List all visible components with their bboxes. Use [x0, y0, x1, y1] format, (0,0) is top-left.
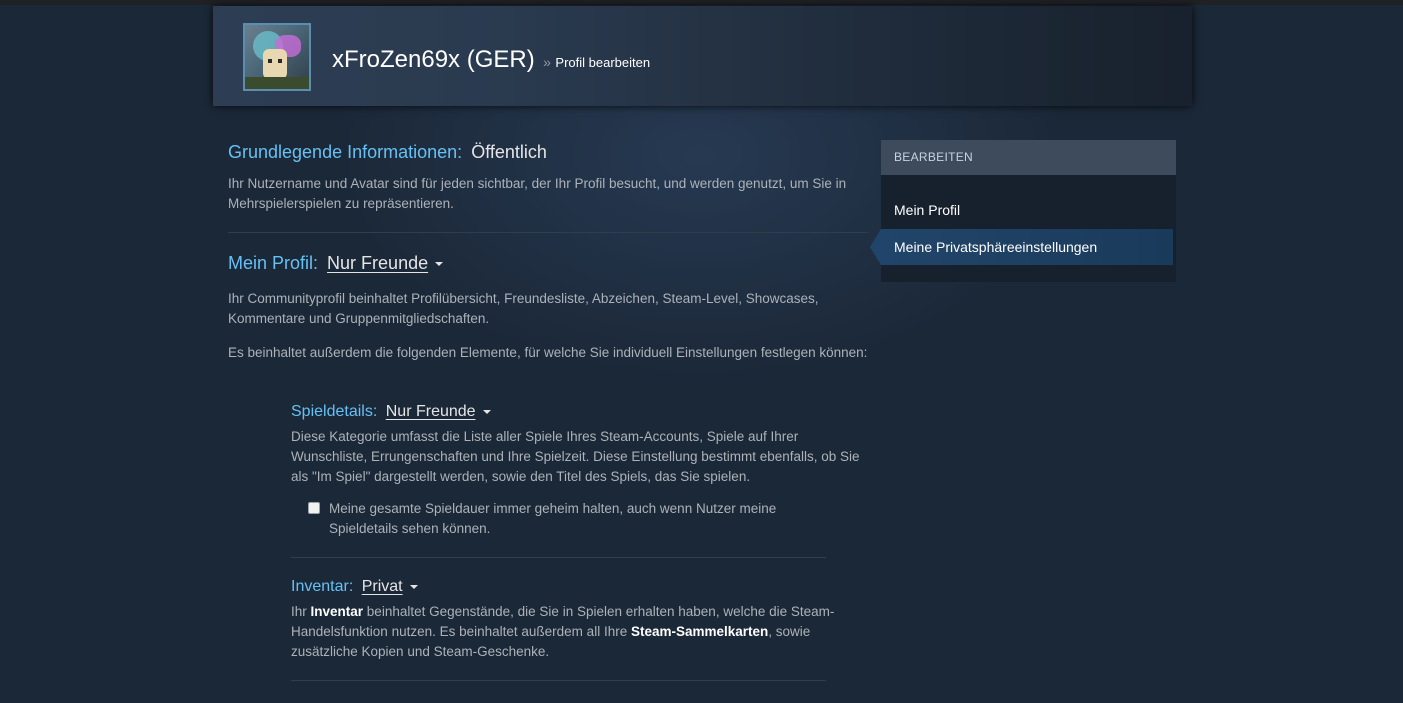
my-profile-heading: Mein Profil: Nur Freunde: [228, 253, 444, 274]
game-details-section: Spieldetails: Nur Freunde Diese Kategori…: [291, 403, 866, 484]
sidebar-item-my-profile[interactable]: Mein Profil: [881, 192, 1176, 228]
inventory-privacy-value[interactable]: Privat: [362, 578, 403, 595]
profile-header: xFroZen69x (GER) » Profil bearbeiten: [213, 6, 1192, 106]
breadcrumb-separator: »: [543, 54, 551, 70]
avatar-shape: [263, 49, 287, 79]
inventory-desc-bold: Steam-Sammelkarten: [630, 624, 769, 639]
playtime-private-option[interactable]: Meine gesamte Spieldauer immer geheim ha…: [308, 499, 848, 539]
game-details-description: Diese Kategorie umfasst die Liste aller …: [291, 429, 860, 484]
playtime-private-checkbox[interactable]: [308, 502, 320, 514]
avatar-shape: [245, 77, 309, 89]
header-title: xFroZen69x (GER) » Profil bearbeiten: [332, 46, 650, 74]
avatar-shape: [268, 59, 272, 63]
persona-name[interactable]: xFroZen69x (GER): [332, 46, 535, 73]
game-details-privacy-value[interactable]: Nur Freunde: [386, 403, 476, 420]
subsection-divider: [291, 680, 826, 681]
my-profile-privacy-dropdown[interactable]: Nur Freunde: [327, 253, 444, 273]
my-profile-label: Mein Profil:: [228, 253, 319, 273]
subsection-divider: [291, 557, 826, 558]
game-details-heading: Spieldetails: Nur Freunde: [291, 403, 866, 421]
basic-info-heading: Grundlegende Informationen: Öffentlich: [228, 142, 547, 163]
inventory-privacy-dropdown[interactable]: Privat: [362, 578, 418, 595]
edit-sidebar: BEARBEITEN Mein Profil Meine Privatsphär…: [870, 140, 1176, 282]
sidebar-item-label[interactable]: Meine Privatsphäreeinstellungen: [894, 239, 1097, 255]
inventory-label: Inventar:: [291, 578, 354, 595]
caret-down-icon[interactable]: [482, 409, 491, 414]
basic-info-description: Ihr Nutzername und Avatar sind für jeden…: [228, 176, 847, 211]
avatar-shape: [278, 59, 282, 63]
inventory-desc-bold: Inventar: [310, 604, 364, 619]
my-profile-description: Ihr Communityprofil beinhaltet Profilübe…: [228, 291, 819, 326]
inventory-desc-text: Ihr: [291, 604, 311, 619]
sidebar-heading: BEARBEITEN: [881, 140, 1176, 175]
subpage-title: Profil bearbeiten: [555, 55, 651, 70]
basic-info-label: Grundlegende Informationen:: [228, 142, 463, 162]
game-details-privacy-dropdown[interactable]: Nur Freunde: [386, 403, 491, 420]
caret-down-icon[interactable]: [409, 584, 418, 589]
sidebar-item-label[interactable]: Mein Profil: [894, 202, 960, 218]
my-profile-privacy-value[interactable]: Nur Freunde: [327, 253, 428, 273]
inventory-description: Ihr Inventar beinhaltet Gegenstände, die…: [291, 602, 866, 662]
caret-down-icon[interactable]: [435, 262, 444, 267]
avatar[interactable]: [243, 23, 311, 91]
inventory-heading: Inventar: Privat: [291, 578, 866, 596]
basic-info-value: Öffentlich: [471, 142, 547, 162]
my-profile-description-2: Es beinhaltet außerdem die folgenden Ele…: [228, 345, 868, 360]
playtime-private-label[interactable]: Meine gesamte Spieldauer immer geheim ha…: [329, 499, 848, 539]
inventory-section: Inventar: Privat Ihr Inventar beinhaltet…: [291, 578, 866, 659]
sidebar-item-privacy-settings[interactable]: Meine Privatsphäreeinstellungen: [870, 229, 1173, 265]
game-details-label: Spieldetails:: [291, 403, 378, 420]
section-divider: [228, 232, 868, 233]
